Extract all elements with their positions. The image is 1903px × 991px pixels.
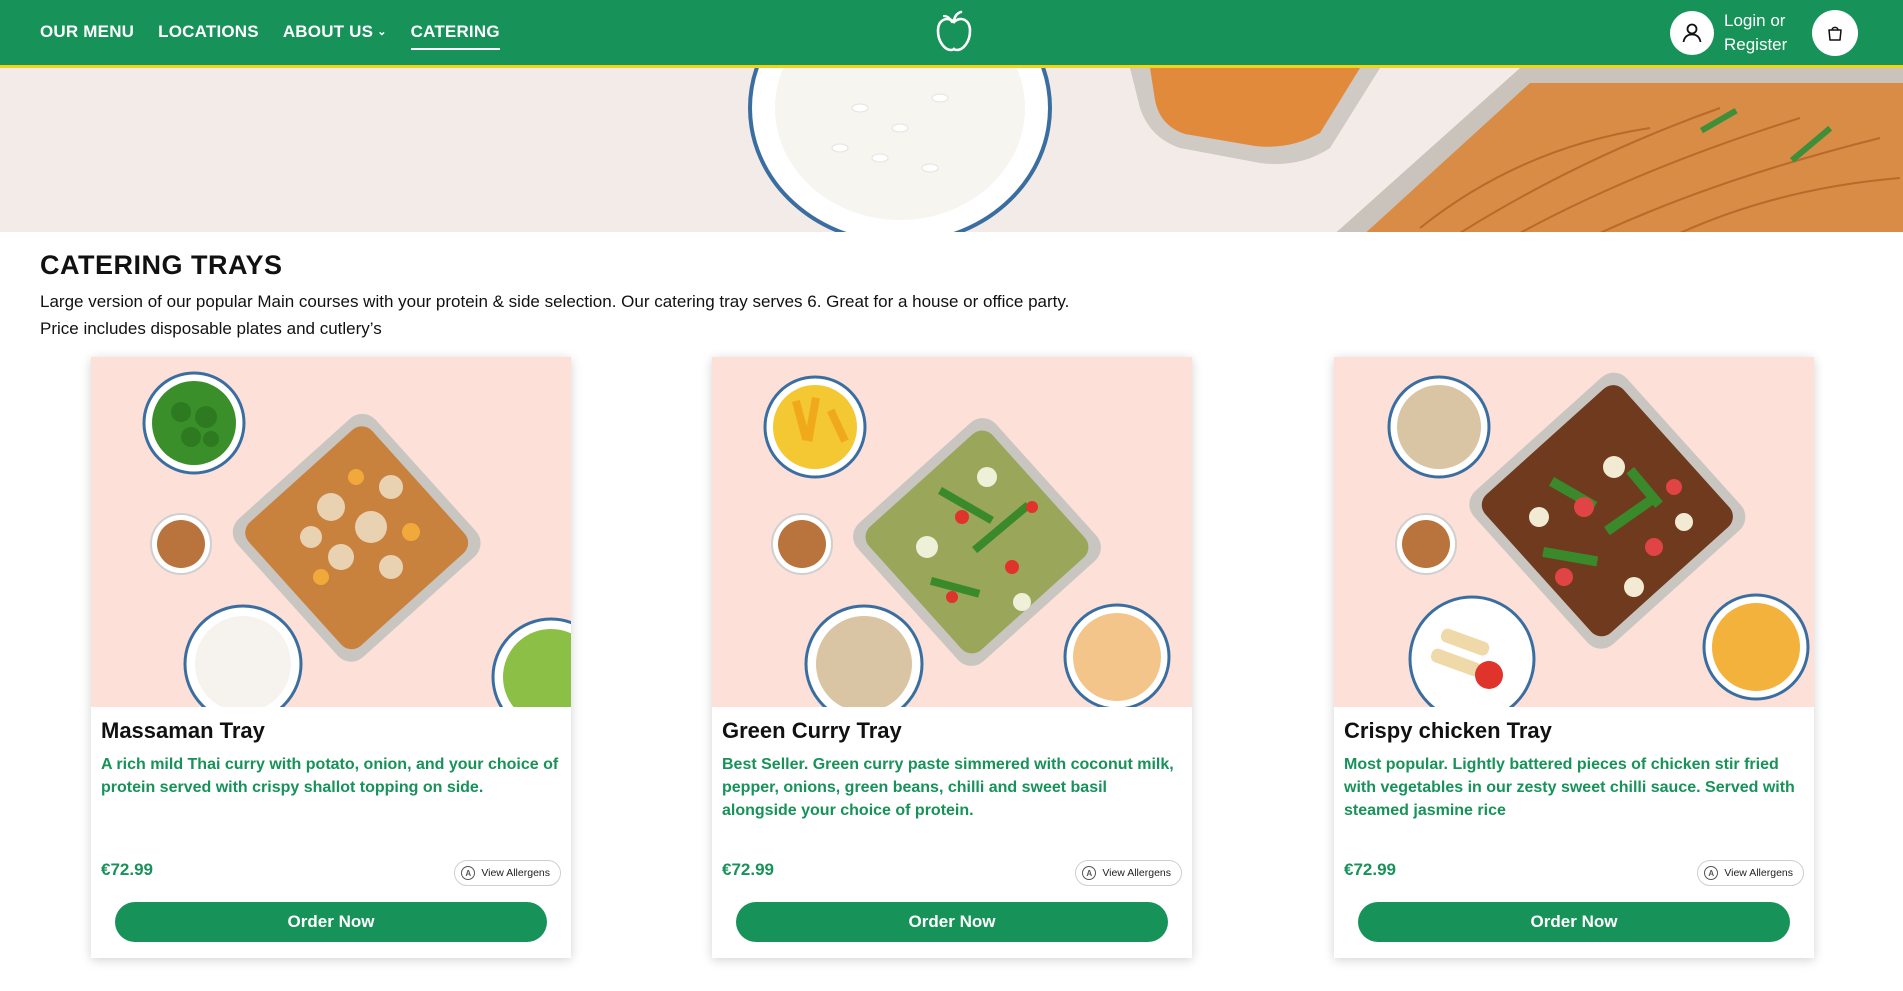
view-allergens-button[interactable]: A View Allergens (454, 860, 561, 886)
section-title: CATERING TRAYS (40, 250, 283, 280)
user-icon (1670, 11, 1714, 55)
allergen-icon: A (461, 866, 476, 880)
main-nav: OUR MENU LOCATIONS ABOUT US ⌄ CATERING (40, 16, 500, 50)
login-register-label: Login or Register (1724, 9, 1804, 57)
nav-our-menu[interactable]: OUR MENU (40, 16, 134, 50)
view-allergens-button[interactable]: A View Allergens (1697, 860, 1804, 886)
nav-about-us[interactable]: ABOUT US ⌄ (283, 16, 387, 50)
nav-about-us-label: ABOUT US (282, 21, 374, 41)
product-title: Green Curry Tray (722, 718, 902, 743)
view-allergens-button[interactable]: A View Allergens (1075, 860, 1182, 886)
product-description: A rich mild Thai curry with potato, onio… (101, 756, 559, 796)
nav-locations-label: LOCATIONS (158, 21, 259, 41)
product-description: Most popular. Lightly battered pieces of… (1344, 756, 1795, 819)
apple-logo-icon[interactable] (930, 8, 978, 56)
hero-banner-image (0, 68, 1903, 232)
product-description: Best Seller. Green curry paste simmered … (722, 756, 1174, 819)
product-image[interactable] (1334, 357, 1814, 707)
register-label: Register (1724, 35, 1788, 54)
section-description-line: Large version of our popular Main course… (40, 292, 1070, 311)
product-image[interactable] (712, 357, 1192, 707)
chevron-down-icon: ⌄ (377, 26, 387, 38)
product-title: Massaman Tray (101, 718, 265, 743)
order-now-button[interactable]: Order Now (736, 902, 1168, 942)
order-now-button[interactable]: Order Now (1358, 902, 1790, 942)
top-navigation-bar: OUR MENU LOCATIONS ABOUT US ⌄ CATERING Lo… (0, 0, 1903, 68)
product-card-crispy-chicken[interactable]: Crispy chicken Tray Most popular. Lightl… (1334, 357, 1814, 958)
section-description: Large version of our popular Main course… (40, 288, 1340, 342)
nav-catering-label: CATERING (410, 21, 500, 41)
product-card-green-curry[interactable]: Green Curry Tray Best Seller. Green curr… (712, 357, 1192, 958)
login-label: Login or (1724, 11, 1786, 30)
product-price: €72.99 (1344, 860, 1396, 879)
product-card-massaman[interactable]: Massaman Tray A rich mild Thai curry wit… (91, 357, 571, 958)
product-price: €72.99 (101, 860, 153, 879)
allergen-icon: A (1704, 866, 1719, 880)
view-allergens-label: View Allergens (1724, 867, 1793, 879)
login-register-link[interactable]: Login or Register (1670, 9, 1804, 57)
allergen-icon: A (1082, 866, 1097, 880)
product-price: €72.99 (722, 860, 774, 879)
view-allergens-label: View Allergens (1102, 867, 1171, 879)
section-description-line: Price includes disposable plates and cut… (40, 319, 382, 338)
nav-our-menu-label: OUR MENU (40, 21, 135, 41)
shopping-bag-icon[interactable] (1812, 10, 1858, 56)
order-now-button[interactable]: Order Now (115, 902, 547, 942)
product-image[interactable] (91, 357, 571, 707)
nav-catering[interactable]: CATERING (410, 16, 500, 50)
product-title: Crispy chicken Tray (1344, 718, 1552, 743)
view-allergens-label: View Allergens (481, 867, 550, 879)
nav-locations[interactable]: LOCATIONS (158, 16, 259, 50)
